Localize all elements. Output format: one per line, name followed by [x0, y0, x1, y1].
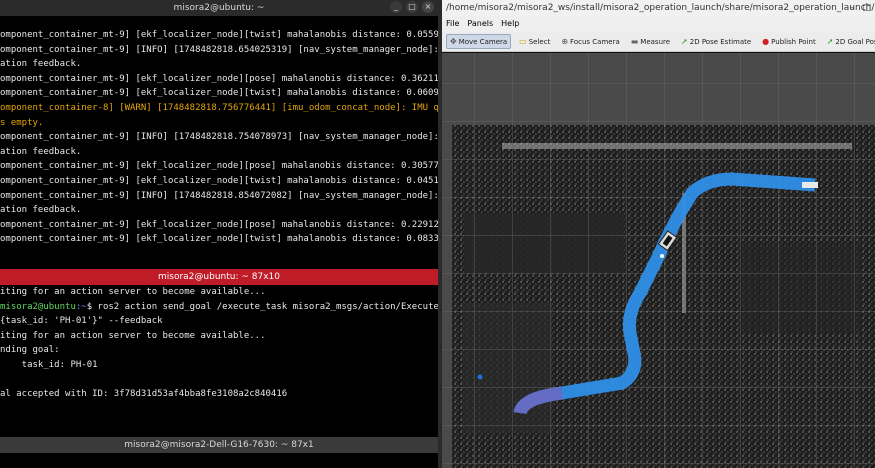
terminal-line: s empty. — [0, 117, 44, 128]
goal-pose-icon: ➚ — [826, 37, 834, 46]
robot-position-dot — [660, 254, 664, 258]
tool-2d-pose-estimate[interactable]: ➚ 2D Pose Estimate — [678, 35, 754, 48]
tool-measure[interactable]: ▬ Measure — [628, 35, 673, 48]
terminal-line: omponent_container_mt-9] [ekf_localizer_… — [0, 161, 438, 172]
rviz-3d-view[interactable] — [442, 53, 875, 468]
tool-label: Measure — [640, 37, 671, 46]
terminal-line: omponent_container_mt-9] [INFO] [1748482… — [0, 44, 438, 55]
terminal-line: omponent_container_mt-9] [INFO] [1748482… — [0, 190, 438, 201]
terminal-line: iting for an action server to become ava… — [0, 287, 266, 297]
minimize-button[interactable]: _ — [390, 1, 402, 13]
tool-label: 2D Goal Pose — [835, 37, 875, 46]
measure-icon: ▬ — [630, 37, 639, 46]
tool-label: Publish Point — [771, 37, 816, 46]
minimize-button[interactable]: – — [850, 0, 855, 16]
terminal-line: omponent_container-8] [WARN] [1748482818… — [0, 102, 438, 113]
tool-move-camera[interactable]: ✥ Move Camera — [446, 34, 512, 49]
prompt-command: $ ros2 action send_goal /execute_task mi… — [86, 301, 438, 312]
terminal-line: al accepted with ID: 3f78d31d53af4bba8fe… — [0, 389, 288, 400]
waypoint-marker — [477, 374, 483, 380]
terminal-line: iting for an action server to become ava… — [0, 330, 266, 341]
terminal-1-output[interactable]: omponent_container_mt-9] [ekf_localizer_… — [0, 16, 438, 269]
terminal-2-titlebar[interactable]: misora2@ubuntu: ~ 87x10 — [0, 269, 438, 285]
map-view[interactable] — [442, 53, 875, 468]
terminal-1-window-controls: _ □ × — [390, 1, 434, 13]
tool-label: Select — [528, 37, 551, 46]
terminal-1-title: misora2@ubuntu: ~ — [173, 3, 265, 13]
terminal-3-output[interactable] — [0, 453, 438, 468]
terminal-line: omponent_container_mt-9] [ekf_localizer_… — [0, 234, 438, 245]
rviz-titlebar[interactable]: /home/misora2/misora2_ws/install/misora2… — [442, 0, 875, 16]
terminal-2-title: misora2@ubuntu: ~ 87x10 — [158, 272, 280, 282]
terminal-line: ation feedback. — [0, 205, 82, 216]
close-button[interactable]: × — [422, 1, 434, 13]
terminal-2-output[interactable]: iting for an action server to become ava… — [0, 285, 438, 437]
menu-help[interactable]: Help — [501, 16, 519, 32]
terminal-line: omponent_container_mt-9] [ekf_localizer_… — [0, 175, 438, 186]
terminal-line: ation feedback. — [0, 59, 82, 70]
focus-camera-icon: ⊕ — [561, 37, 569, 46]
prompt-path: :~ — [75, 301, 87, 312]
rviz-window-controls: – □ — [850, 0, 871, 16]
terminal-line: omponent_container_mt-9] [INFO] [1748482… — [0, 132, 438, 143]
tool-publish-point[interactable]: ● Publish Point — [759, 35, 819, 48]
rviz-toolbar: ✥ Move Camera ▭ Select ⊕ Focus Camera ▬ Measure… — [442, 32, 875, 52]
tool-label: Focus Camera — [570, 37, 620, 46]
tool-select[interactable]: ▭ Select — [516, 35, 553, 48]
maximize-button[interactable]: □ — [406, 1, 418, 13]
pose-estimate-icon: ➚ — [681, 37, 688, 46]
menu-file[interactable]: File — [446, 16, 459, 32]
maximize-button[interactable]: □ — [862, 0, 871, 16]
terminal-line: {task_id: 'PH-01'}" --feedback — [0, 316, 163, 327]
terminal-1-titlebar[interactable]: misora2@ubuntu: ~ _ □ × — [0, 0, 438, 16]
menu-panels[interactable]: Panels — [467, 16, 493, 32]
terminal-3-title: misora2@misora2-Dell-G16-7630: ~ 87x1 — [124, 440, 314, 450]
publish-point-icon: ● — [762, 37, 770, 46]
terminal-line: misora2@ubuntu:~$ ros2 action send_goal … — [0, 300, 438, 315]
tool-2d-goal-pose[interactable]: ➚2D Goal Pose — [824, 35, 875, 48]
goal-marker — [802, 182, 818, 188]
tool-focus-camera[interactable]: ⊕ Focus Camera — [558, 35, 622, 48]
rviz-menubar: File Panels Help — [442, 16, 875, 32]
rviz-title: /home/misora2/misora2_ws/install/misora2… — [446, 3, 875, 13]
terminal-line: omponent_container_mt-9] [ekf_localizer_… — [0, 88, 438, 99]
terminal-line: omponent_container_mt-9] [ekf_localizer_… — [0, 219, 438, 230]
terminal-line: task_id: PH-01 — [0, 359, 98, 370]
tool-label: 2D Pose Estimate — [689, 37, 752, 46]
terminal-line: omponent_container_mt-9] [ekf_localizer_… — [0, 73, 438, 84]
move-camera-icon: ✥ — [450, 37, 457, 46]
prompt-user: misora2@ubuntu — [0, 301, 76, 312]
terminal-line: nding goal: — [0, 345, 60, 356]
terminal-line: omponent_container_mt-9] [ekf_localizer_… — [0, 30, 438, 40]
tool-label: Move Camera — [458, 37, 508, 46]
terminal-line: ation feedback. — [0, 146, 82, 157]
terminal-3-titlebar[interactable]: misora2@misora2-Dell-G16-7630: ~ 87x1 — [0, 437, 438, 453]
select-icon: ▭ — [519, 37, 527, 46]
